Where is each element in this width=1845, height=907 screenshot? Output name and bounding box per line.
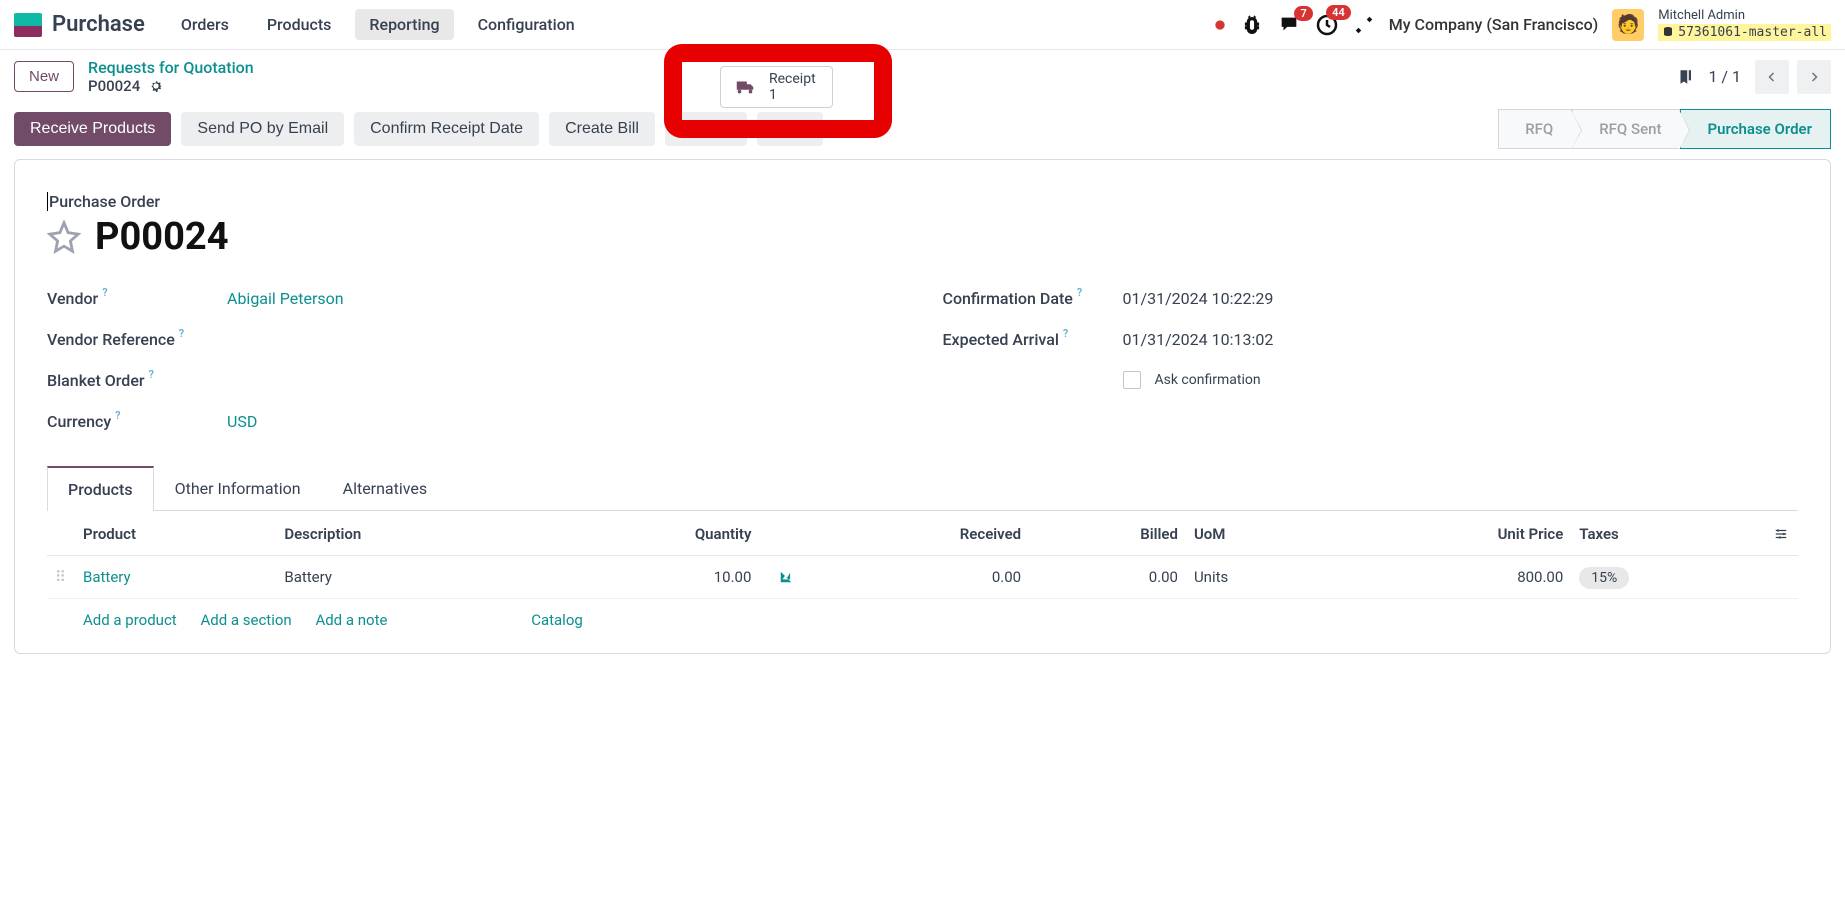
status-rfq[interactable]: RFQ — [1498, 109, 1572, 149]
app-logo[interactable] — [14, 13, 42, 37]
status-bar: RFQ RFQ Sent Purchase Order — [1498, 109, 1831, 149]
status-purchase-order[interactable]: Purchase Order — [1680, 109, 1831, 149]
options-icon[interactable] — [1772, 527, 1790, 541]
receipt-count: 1 — [769, 87, 816, 103]
th-unit-price[interactable]: Unit Price — [1333, 513, 1572, 556]
help-icon[interactable]: ? — [1077, 286, 1082, 299]
received-cell[interactable]: 0.00 — [803, 556, 1029, 599]
pager-prev[interactable] — [1755, 60, 1789, 94]
tax-cell[interactable]: 15% — [1579, 567, 1629, 589]
tab-products[interactable]: Products — [47, 466, 154, 511]
uom-cell[interactable]: Units — [1186, 556, 1333, 599]
new-button[interactable]: New — [14, 61, 74, 92]
nav-configuration[interactable]: Configuration — [464, 9, 589, 40]
breadcrumb-current: P00024 — [88, 77, 140, 95]
th-received[interactable]: Received — [803, 513, 1029, 556]
send-po-button[interactable]: Send PO by Email — [181, 112, 344, 146]
activities-icon[interactable]: 44 — [1315, 13, 1339, 37]
catalog-link[interactable]: Catalog — [531, 611, 583, 629]
create-bill-button[interactable]: Create Bill — [549, 112, 655, 146]
form-sheet: Purchase Order P00024 Vendor? Abigail Pe… — [14, 159, 1831, 654]
unit-price-cell[interactable]: 800.00 — [1333, 556, 1572, 599]
database-icon — [1662, 26, 1674, 38]
confirmation-date-value: 01/31/2024 10:22:29 — [1123, 289, 1274, 308]
order-number: P00024 — [95, 215, 229, 259]
product-cell[interactable]: Battery — [83, 568, 131, 586]
truck-icon — [731, 76, 759, 98]
gear-icon[interactable] — [148, 78, 164, 94]
vendor-label: Vendor — [47, 289, 98, 308]
status-rfq-sent[interactable]: RFQ Sent — [1572, 109, 1680, 149]
tab-alternatives[interactable]: Alternatives — [322, 466, 449, 511]
breadcrumb-parent[interactable]: Requests for Quotation — [88, 58, 254, 77]
cancel-button[interactable]: Cancel — [665, 112, 747, 146]
currency-value[interactable]: USD — [227, 412, 257, 431]
add-section-link[interactable]: Add a section — [200, 611, 291, 629]
messages-badge: 7 — [1294, 6, 1312, 21]
expected-arrival-value[interactable]: 01/31/2024 10:13:02 — [1123, 330, 1274, 349]
forecast-icon[interactable] — [777, 570, 795, 584]
order-lines-table: Product Description Quantity Received Bi… — [47, 513, 1798, 641]
bookmark-icon[interactable] — [1676, 66, 1694, 88]
chevron-right-icon — [1808, 70, 1820, 84]
lock-button[interactable]: Lock — [757, 112, 823, 146]
quantity-cell[interactable]: 10.00 — [548, 556, 760, 599]
blanket-order-label: Blanket Order — [47, 371, 145, 390]
notif-dot-icon[interactable] — [1213, 18, 1227, 32]
debug-icon[interactable] — [1241, 14, 1263, 36]
add-product-link[interactable]: Add a product — [83, 611, 177, 629]
activities-badge: 44 — [1326, 5, 1351, 20]
receipt-label: Receipt — [769, 71, 816, 87]
top-nav: Purchase Orders Products Reporting Confi… — [0, 0, 1845, 50]
confirm-receipt-button[interactable]: Confirm Receipt Date — [354, 112, 539, 146]
billed-cell[interactable]: 0.00 — [1029, 556, 1186, 599]
table-row[interactable]: ⠿ Battery Battery 10.00 0.00 0.00 Units … — [47, 556, 1798, 599]
vendor-value[interactable]: Abigail Peterson — [227, 289, 344, 308]
messages-icon[interactable]: 7 — [1277, 14, 1301, 36]
receipt-stat-button[interactable]: Receipt 1 — [720, 66, 833, 108]
chevron-left-icon — [1766, 70, 1778, 84]
th-billed[interactable]: Billed — [1029, 513, 1186, 556]
help-icon[interactable]: ? — [1063, 327, 1068, 340]
star-icon[interactable] — [47, 220, 81, 254]
user-menu[interactable]: Mitchell Admin 57361061-master-all — [1658, 8, 1831, 41]
database-tag: 57361061-master-all — [1658, 24, 1831, 42]
help-icon[interactable]: ? — [179, 327, 184, 340]
tab-other-info[interactable]: Other Information — [154, 466, 322, 511]
tools-icon[interactable] — [1353, 14, 1375, 36]
help-icon[interactable]: ? — [115, 409, 120, 422]
help-icon[interactable]: ? — [149, 368, 154, 381]
pager-text[interactable]: 1 / 1 — [1702, 67, 1747, 86]
th-quantity[interactable]: Quantity — [548, 513, 760, 556]
add-note-link[interactable]: Add a note — [315, 611, 387, 629]
user-name: Mitchell Admin — [1658, 8, 1831, 24]
nav-orders[interactable]: Orders — [167, 9, 243, 40]
receive-products-button[interactable]: Receive Products — [14, 112, 171, 146]
ask-confirmation-label: Ask confirmation — [1155, 372, 1261, 388]
expected-arrival-label: Expected Arrival — [943, 330, 1059, 349]
nav-products[interactable]: Products — [253, 9, 346, 40]
avatar[interactable]: 🧑 — [1612, 9, 1644, 41]
th-taxes[interactable]: Taxes — [1571, 513, 1764, 556]
currency-label: Currency — [47, 412, 111, 431]
vendor-ref-label: Vendor Reference — [47, 330, 175, 349]
ask-confirmation-checkbox[interactable] — [1123, 371, 1141, 389]
confirmation-date-label: Confirmation Date — [943, 289, 1073, 308]
nav-reporting[interactable]: Reporting — [355, 9, 453, 40]
pager-next[interactable] — [1797, 60, 1831, 94]
drag-handle-icon[interactable]: ⠿ — [47, 556, 75, 599]
tabs: Products Other Information Alternatives — [47, 465, 1798, 511]
sheet-title-label: Purchase Order — [47, 192, 1798, 211]
help-icon[interactable]: ? — [102, 286, 107, 299]
breadcrumb-row: New Requests for Quotation P00024 Receip… — [0, 50, 1845, 103]
app-title[interactable]: Purchase — [52, 12, 145, 37]
th-uom[interactable]: UoM — [1186, 513, 1333, 556]
th-product[interactable]: Product — [75, 513, 276, 556]
description-cell[interactable]: Battery — [276, 556, 547, 599]
action-bar: Receive Products Send PO by Email Confir… — [0, 103, 1845, 159]
company-selector[interactable]: My Company (San Francisco) — [1389, 15, 1599, 34]
th-description[interactable]: Description — [276, 513, 547, 556]
